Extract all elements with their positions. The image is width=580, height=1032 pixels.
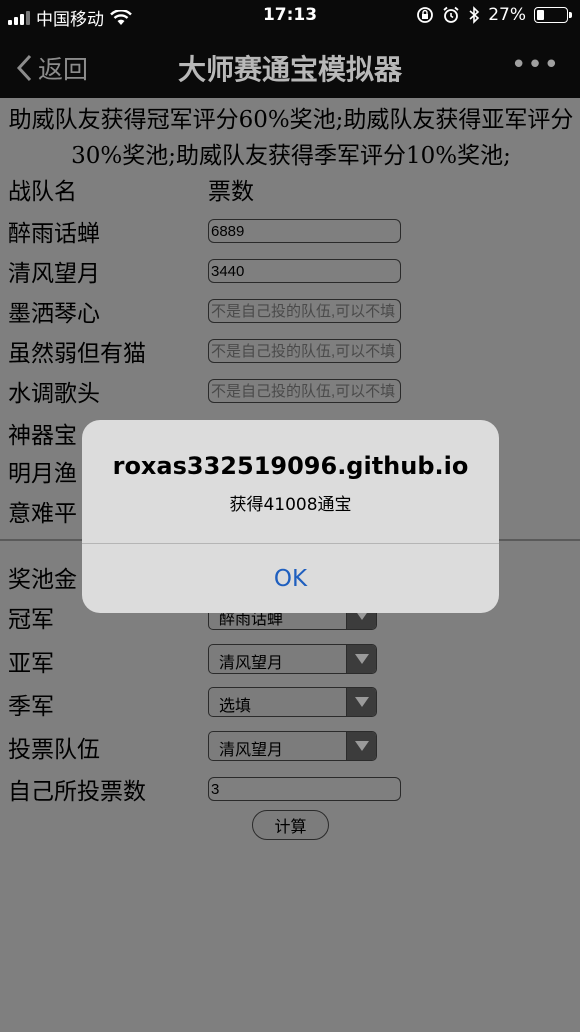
alarm-icon bbox=[443, 6, 459, 23]
votes-header: 票数 bbox=[208, 179, 254, 205]
team-name: 清风望月 bbox=[8, 261, 100, 287]
vote-team-select[interactable]: 清风望月 bbox=[208, 731, 377, 761]
team-name: 意难平 bbox=[8, 501, 77, 527]
chevron-down-icon bbox=[346, 732, 376, 760]
more-menu-button[interactable]: ••• bbox=[511, 50, 560, 80]
chevron-down-icon bbox=[346, 645, 376, 673]
description-text: 助威队友获得冠军评分60%奖池;助威队友获得亚军评分30%奖池;助威队友获得季军… bbox=[8, 107, 574, 169]
third-label: 季军 bbox=[8, 694, 54, 720]
team-votes-input[interactable] bbox=[208, 299, 401, 323]
alert-message: 获得41008通宝 bbox=[229, 495, 352, 515]
third-select[interactable]: 选填 bbox=[208, 687, 377, 717]
runner-up-select[interactable]: 清风望月 bbox=[208, 644, 377, 674]
page-title: 大师赛通宝模拟器 bbox=[177, 53, 402, 86]
battery-percent: 27% bbox=[488, 5, 526, 25]
team-name: 神器宝 bbox=[8, 423, 77, 449]
team-name: 明月渔 bbox=[8, 461, 77, 487]
champion-label: 冠军 bbox=[8, 607, 54, 633]
own-votes-input[interactable] bbox=[208, 777, 401, 801]
alert-title: roxas332519096.github.io bbox=[112, 452, 469, 480]
alert-dialog: roxas332519096.github.io 获得41008通宝 OK bbox=[82, 420, 499, 613]
team-header: 战队名 bbox=[8, 179, 77, 205]
team-name: 醉雨话蝉 bbox=[8, 221, 100, 247]
battery-icon bbox=[534, 7, 572, 23]
pool-label: 奖池金 bbox=[8, 567, 77, 593]
team-name: 水调歌头 bbox=[8, 381, 100, 407]
team-votes-input[interactable] bbox=[208, 219, 401, 243]
calculate-button[interactable]: 计算 bbox=[252, 810, 329, 840]
status-bar: 中国移动 17:13 27% bbox=[0, 0, 580, 32]
own-votes-label: 自己所投票数 bbox=[8, 779, 146, 805]
team-votes-input[interactable] bbox=[208, 339, 401, 363]
nav-bar: 返回 大师赛通宝模拟器 ••• bbox=[0, 32, 580, 98]
team-votes-input[interactable] bbox=[208, 379, 401, 403]
vote-team-value: 清风望月 bbox=[219, 740, 284, 759]
bluetooth-icon bbox=[469, 6, 480, 24]
third-value: 选填 bbox=[219, 696, 252, 715]
ok-button[interactable]: OK bbox=[82, 544, 499, 613]
runner-up-value: 清风望月 bbox=[219, 653, 284, 672]
team-name: 虽然弱但有猫 bbox=[8, 341, 146, 367]
chevron-down-icon bbox=[346, 688, 376, 716]
vote-team-label: 投票队伍 bbox=[8, 737, 100, 763]
rotation-lock-icon bbox=[417, 7, 434, 23]
runner-up-label: 亚军 bbox=[8, 651, 54, 677]
status-right: 27% bbox=[416, 5, 572, 25]
team-votes-input[interactable] bbox=[208, 259, 401, 283]
team-name: 墨洒琴心 bbox=[8, 301, 100, 327]
